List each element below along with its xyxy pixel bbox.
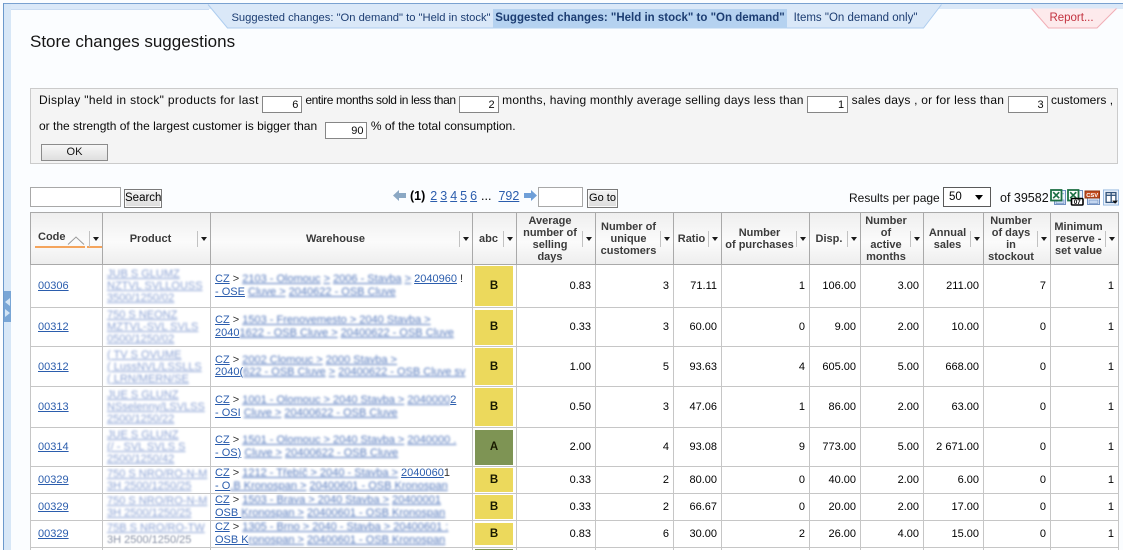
svg-text:CSV: CSV [1086,193,1098,199]
svg-text:07: 07 [1074,199,1081,206]
